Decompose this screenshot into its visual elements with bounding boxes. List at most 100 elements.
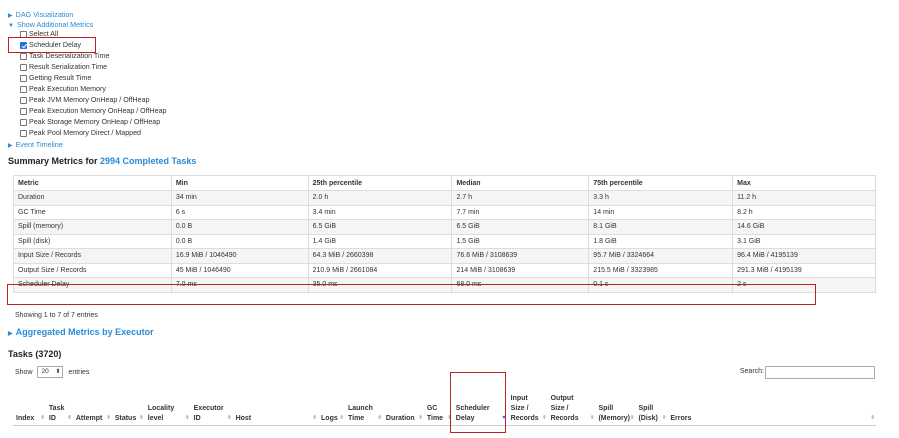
task-search-input[interactable] — [765, 366, 875, 379]
metric-checkbox[interactable] — [20, 85, 27, 93]
table-cell: Spill (memory) — [13, 219, 172, 235]
table-cell: 45 MiB / 1046490 — [170, 262, 309, 278]
tasks-title: Tasks (3720) — [8, 349, 62, 359]
metric-checkbox[interactable] — [20, 96, 27, 104]
metric-checkbox[interactable] — [20, 63, 27, 71]
summary-column-header[interactable]: Median — [451, 175, 590, 191]
metric-option[interactable]: Peak Execution Memory OnHeap / OffHeap — [20, 107, 166, 115]
column-header-label: Time — [347, 414, 365, 422]
table-cell: 3.1 GiB — [732, 233, 876, 249]
column-header-label: (Disk) — [638, 414, 658, 422]
table-cell: Spill (disk) — [13, 233, 172, 249]
column-header-label: Launch — [347, 404, 373, 412]
table-cell: 64.3 MiB / 2660398 — [307, 248, 453, 264]
table-cell: 96.4 MiB / 4195139 — [732, 248, 876, 264]
metric-option-label: Peak Execution Memory — [29, 85, 106, 93]
metric-option[interactable]: Peak Execution Memory — [20, 85, 106, 93]
summary-column-header[interactable]: 75th percentile — [588, 175, 734, 191]
tasks-column-header[interactable]: Input Size / Records ⬍ — [507, 387, 548, 426]
page-size-control: Show 20 entries — [15, 366, 89, 378]
metric-option[interactable]: Peak JVM Memory OnHeap / OffHeap — [20, 96, 150, 104]
column-header-label: Index — [16, 414, 35, 422]
table-cell: 2.7 h — [451, 190, 590, 206]
tasks-column-header[interactable]: Spill (Disk) ⬍ — [635, 387, 668, 426]
tasks-column-header[interactable]: Attempt ⬍ — [72, 387, 112, 426]
metric-option[interactable]: Peak Pool Memory Direct / Mapped — [20, 129, 141, 137]
metric-option[interactable]: Peak Storage Memory OnHeap / OffHeap — [20, 118, 160, 126]
table-cell: Output Size / Records — [13, 262, 172, 278]
tasks-column-header[interactable]: Launch Time ⬍ — [344, 387, 383, 426]
page-size-select[interactable]: 20 — [37, 366, 64, 378]
tasks-table: Index ⬍ Task ID ⬍ Attempt ⬍ Status ⬍ Locality leve… — [13, 387, 876, 426]
column-header-label: Attempt — [75, 414, 103, 422]
column-header-label: Records — [550, 414, 579, 422]
aggregated-metrics-toggle[interactable]: ▶ Aggregated Metrics by Executor — [8, 327, 154, 337]
table-cell: 291.3 MiB / 4195139 — [732, 262, 876, 278]
column-header-label: GC — [426, 404, 438, 412]
sort-icon: ⬍ — [139, 414, 144, 421]
tasks-column-header[interactable]: Spill (Memory) ⬍ — [595, 387, 636, 426]
summary-column-header[interactable]: Min — [170, 175, 309, 191]
sort-icon: ⬍ — [589, 414, 595, 421]
table-cell: 214 MiB / 3108639 — [451, 262, 590, 278]
metric-option[interactable]: Result Serialization Time — [20, 63, 107, 71]
metric-checkbox[interactable] — [20, 129, 27, 137]
tasks-column-header[interactable]: Status ⬍ — [111, 387, 145, 426]
column-header-label: Logs — [321, 414, 338, 422]
table-cell: 7.7 min — [451, 204, 590, 220]
column-header-label: Size / — [510, 404, 529, 412]
table-cell: 6 s — [170, 204, 309, 220]
dag-visualization-toggle[interactable]: ▶ DAG Visualization — [8, 10, 73, 19]
table-cell: 1.5 GiB — [451, 233, 590, 249]
column-header-label: (Memory) — [598, 414, 630, 422]
tasks-header-row: Index ⬍ Task ID ⬍ Attempt ⬍ Status ⬍ Locality leve… — [13, 387, 876, 426]
tasks-column-header[interactable]: Locality level ⬍ — [144, 387, 191, 426]
tasks-column-header[interactable]: GC Time ⬍ — [423, 387, 453, 426]
table-row: GC Time 6 s 3.4 min 7.7 min 14 min 8.2 h — [13, 204, 876, 220]
column-header-label: Status — [114, 414, 137, 422]
additional-metrics-toggle[interactable]: ▼ Show Additional Metrics — [8, 20, 93, 29]
tasks-column-header[interactable]: Output Size / Records ⬍ — [547, 387, 596, 426]
metric-checkbox[interactable] — [20, 107, 27, 115]
highlight-scheduler-delay-column — [450, 372, 506, 433]
table-cell: 8.1 GiB — [588, 219, 734, 235]
table-cell: 11.2 h — [732, 190, 876, 206]
column-header-label: Errors — [670, 414, 692, 422]
tasks-column-header[interactable]: Task ID ⬍ — [45, 387, 73, 426]
sort-icon: ⬍ — [106, 414, 111, 421]
caret-down-icon: ▼ — [8, 23, 14, 29]
metric-option[interactable]: Task Deserialization Time — [20, 52, 109, 60]
completed-tasks-link[interactable]: 2994 Completed Tasks — [100, 156, 196, 166]
table-cell: Input Size / Records — [13, 248, 172, 264]
metric-checkbox[interactable] — [20, 52, 27, 60]
tasks-column-header[interactable]: Executor ID ⬍ — [190, 387, 233, 426]
highlight-scheduler-delay-row — [7, 284, 816, 305]
tasks-column-header[interactable]: Host ⬍ — [232, 387, 319, 426]
sort-icon: ⬍ — [661, 414, 667, 421]
table-row: Input Size / Records 16.9 MiB / 1046490 64… — [13, 248, 876, 264]
metric-checkbox[interactable] — [20, 74, 27, 82]
sort-icon: ⬍ — [339, 414, 344, 421]
table-cell: 1.4 GiB — [307, 233, 453, 249]
sort-icon: ⬍ — [185, 414, 190, 421]
summary-column-header[interactable]: Metric — [13, 175, 172, 191]
tasks-column-header[interactable]: Errors ⬍ — [667, 387, 876, 426]
tasks-column-header[interactable]: Index ⬍ — [13, 387, 46, 426]
table-cell: 76.6 MiB / 3108639 — [451, 248, 590, 264]
metric-option[interactable]: Getting Result Time — [20, 74, 91, 82]
tasks-column-header[interactable]: Duration ⬍ — [382, 387, 424, 426]
column-header-label: Task — [48, 404, 65, 412]
metric-checkbox[interactable] — [20, 118, 27, 126]
metric-option-label: Getting Result Time — [29, 74, 92, 82]
summary-column-header[interactable]: Max — [732, 175, 876, 191]
sort-icon: ⬍ — [541, 414, 547, 421]
table-cell: 6.5 GiB — [307, 219, 453, 235]
caret-right-icon: ▶ — [8, 331, 13, 337]
sort-icon: ⬍ — [226, 414, 232, 421]
tasks-column-header[interactable]: Logs ⬍ — [318, 387, 345, 426]
sort-icon: ⬍ — [629, 414, 635, 421]
summary-column-header[interactable]: 25th percentile — [307, 175, 453, 191]
sort-icon: ⬍ — [870, 414, 875, 421]
summary-metrics-title: Summary Metrics for 2994 Completed Tasks — [8, 156, 197, 166]
event-timeline-toggle[interactable]: ▶ Event Timeline — [8, 140, 63, 149]
